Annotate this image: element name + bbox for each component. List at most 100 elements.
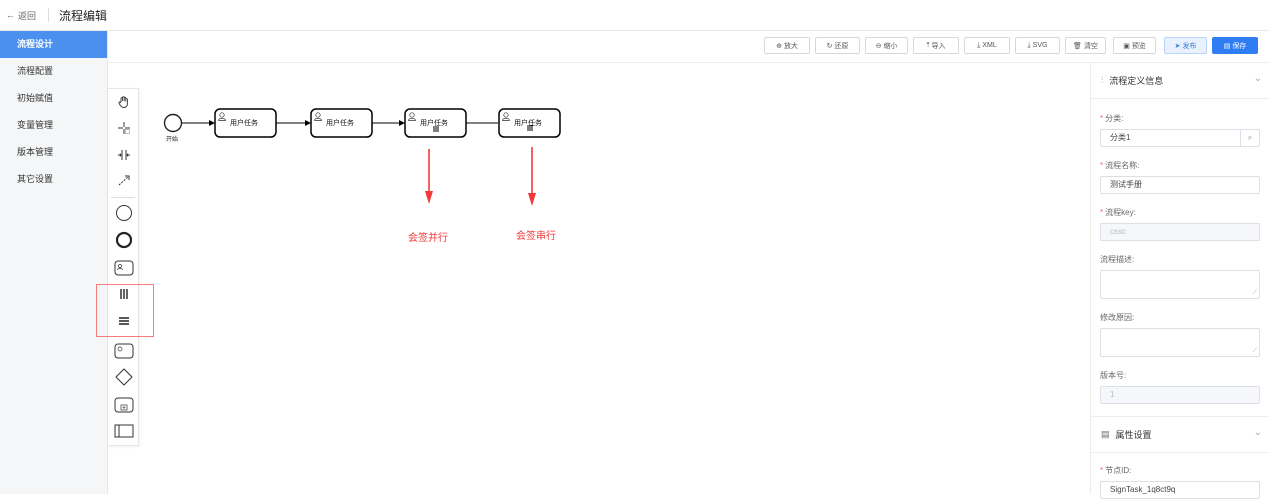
preview-label: 预览 <box>1131 42 1146 50</box>
zoom-out-label: 缩小 <box>883 42 898 50</box>
trash-icon: 🗑 <box>1073 42 1082 50</box>
hand-tool-icon[interactable] <box>113 91 135 113</box>
connect-tool-icon[interactable] <box>113 169 135 191</box>
start-event-icon[interactable] <box>113 202 135 224</box>
publish-button[interactable]: ➤ 发布 <box>1164 37 1207 54</box>
start-event[interactable] <box>163 113 183 133</box>
zoom-out-icon: ⊖ <box>875 42 882 50</box>
diagram-canvas[interactable]: 开始 用户任务 用户任务 用户任务 用户任务 会签并行 会签串行 <box>139 63 1089 494</box>
node-id-input[interactable]: SignTask_1q8ct9q <box>1100 481 1260 499</box>
annotation-arrow <box>425 149 433 204</box>
key-label: * 流程key: <box>1100 208 1136 217</box>
export-svg-button[interactable]: ⤓ SVG <box>1015 37 1060 54</box>
user-task-icon[interactable] <box>113 257 135 279</box>
task-label: 用户任务 <box>230 120 258 127</box>
divider <box>48 8 50 22</box>
import-label: 导入 <box>931 42 946 50</box>
sidebar-item-process-design[interactable]: 流程设计 <box>0 31 107 58</box>
task-label: 用户任务 <box>326 120 354 127</box>
zoom-in-icon: ⊕ <box>776 42 782 50</box>
search-icon: ⌕ <box>1240 130 1259 146</box>
chevron-down-icon: ⌄ <box>1253 73 1262 84</box>
section-header-definition[interactable]: ⫶ 流程定义信息 ⌄ <box>1091 63 1269 99</box>
section-header-attributes[interactable]: ▤ 属性设置 ⌄ <box>1091 417 1269 453</box>
sidebar-item-initial-values[interactable]: 初始赋值 <box>0 85 107 112</box>
section-title: 属性设置 <box>1115 430 1152 440</box>
annotation-arrow <box>528 147 536 206</box>
reason-textarea[interactable]: ⟋ <box>1100 328 1260 357</box>
upload-icon: ⤒ <box>926 41 930 49</box>
task-label: 用户任务 <box>514 120 542 127</box>
refresh-icon: ↻ <box>826 42 833 50</box>
send-icon: ➤ <box>1174 42 1181 50</box>
editor-toolbar: ⊕ 放大 ↻ 还原 ⊖ 缩小 ⤒ 导入 ⤓ XML ⤓ SVG 🗑 清空 ▣ 预览 ➤ 发布 ▤ 保… <box>108 31 1269 63</box>
save-label: 保存 <box>1232 42 1247 50</box>
settings-icon: ▤ <box>1101 429 1110 439</box>
desc-label: 流程描述: <box>1100 255 1135 264</box>
properties-panel: ⫶ 流程定义信息 ⌄ * 分类: 分类1 ⌕ * 流程名称: 测试手册 * 流程key… <box>1090 63 1269 499</box>
svg-label: SVG <box>1032 42 1048 49</box>
preview-button[interactable]: ▣ 预览 <box>1113 37 1156 54</box>
category-label: * 分类: <box>1100 114 1124 123</box>
sidebar-item-versions[interactable]: 版本管理 <box>0 139 107 166</box>
zoom-out-button[interactable]: ⊖ 缩小 <box>865 37 908 54</box>
reset-label: 还原 <box>834 42 849 50</box>
import-button[interactable]: ⤒ 导入 <box>913 37 959 54</box>
resize-grip-icon: ⟋ <box>1252 290 1257 296</box>
name-input[interactable]: 测试手册 <box>1100 176 1260 194</box>
name-label: * 流程名称: <box>1100 161 1140 170</box>
palette-divider <box>111 197 135 198</box>
xml-label: XML <box>982 42 997 49</box>
top-bar: ← 返回 流程编辑 <box>0 0 1269 31</box>
annotation-sequential: 会签串行 <box>516 231 556 242</box>
download-icon: ⤓ <box>1027 41 1031 49</box>
lasso-tool-icon[interactable] <box>113 117 135 139</box>
start-event-label: 开始 <box>166 137 179 143</box>
clear-button[interactable]: 🗑 清空 <box>1065 37 1106 54</box>
download-icon: ⤓ <box>977 41 981 49</box>
page-title: 流程编辑 <box>59 8 108 23</box>
key-input[interactable]: cssc <box>1100 223 1260 241</box>
preview-icon: ▣ <box>1123 42 1130 50</box>
clear-label: 清空 <box>1083 42 1098 50</box>
space-tool-icon[interactable] <box>113 144 135 166</box>
subprocess-icon[interactable] <box>113 394 135 416</box>
gateway-icon[interactable] <box>113 366 135 388</box>
version-label: 版本号: <box>1100 371 1127 380</box>
section-title: 流程定义信息 <box>1109 76 1164 86</box>
sidebar-item-process-config[interactable]: 流程配置 <box>0 58 107 85</box>
category-value: 分类1 <box>1110 133 1131 142</box>
reset-button[interactable]: ↻ 还原 <box>815 37 860 54</box>
annotation-parallel: 会签并行 <box>408 233 448 244</box>
desc-textarea[interactable]: ⟋ <box>1100 270 1260 299</box>
save-icon: ▤ <box>1223 42 1231 50</box>
tool-palette <box>108 88 139 446</box>
end-event-icon[interactable] <box>113 229 135 251</box>
sidebar: 流程设计 流程配置 初始赋值 变量管理 版本管理 其它设置 <box>0 31 108 494</box>
task-label: 用户任务 <box>420 120 448 127</box>
sidebar-item-variables[interactable]: 变量管理 <box>0 112 107 139</box>
version-input[interactable]: 1 <box>1100 386 1260 404</box>
chevron-down-icon: ⌄ <box>1253 427 1262 438</box>
save-button[interactable]: ▤ 保存 <box>1212 37 1258 54</box>
service-task-icon[interactable] <box>113 340 135 362</box>
pool-icon[interactable] <box>113 420 135 442</box>
resize-grip-icon: ⟋ <box>1252 348 1257 354</box>
node-id-label: * 节点ID: <box>1100 466 1132 475</box>
export-xml-button[interactable]: ⤓ XML <box>964 37 1010 54</box>
diagram-svg <box>163 108 561 206</box>
category-select[interactable]: 分类1 ⌕ <box>1100 129 1260 147</box>
back-button[interactable]: ← 返回 <box>6 9 36 22</box>
publish-label: 发布 <box>1182 42 1197 50</box>
zoom-in-button[interactable]: ⊕ 放大 <box>764 37 810 54</box>
divider <box>1091 404 1269 417</box>
sidebar-item-other-settings[interactable]: 其它设置 <box>0 166 107 193</box>
arrow-left-icon: ← <box>6 10 15 20</box>
